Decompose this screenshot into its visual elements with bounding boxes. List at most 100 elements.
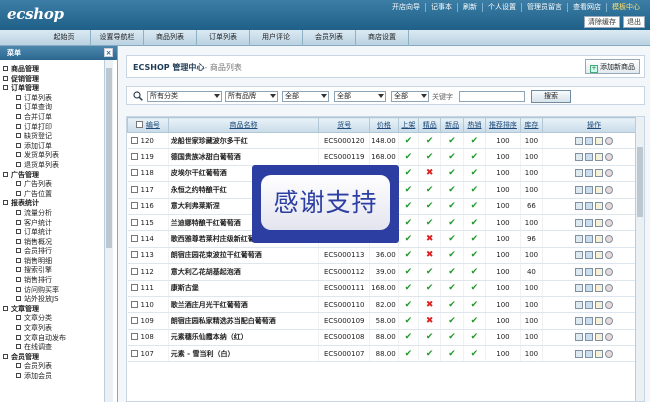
- view-icon[interactable]: [575, 235, 584, 244]
- sidebar-item[interactable]: 销售明细: [3, 257, 103, 267]
- stock[interactable]: 100: [520, 148, 544, 166]
- flag-cell[interactable]: ✔: [418, 345, 442, 363]
- sort-order[interactable]: 100: [485, 312, 521, 330]
- flag-cell[interactable]: ✔: [398, 132, 420, 150]
- top-link[interactable]: 管理员留言: [521, 3, 567, 12]
- view-icon[interactable]: [575, 316, 584, 325]
- flag-cell[interactable]: ✔: [463, 148, 487, 166]
- sort-order[interactable]: 100: [485, 198, 521, 215]
- stock[interactable]: 96: [520, 230, 544, 248]
- stock[interactable]: 100: [520, 247, 544, 265]
- stock[interactable]: 100: [520, 345, 544, 363]
- check-icon[interactable]: ✔: [426, 218, 434, 228]
- top-link[interactable]: 刷新: [457, 3, 482, 12]
- row-checkbox[interactable]: [130, 136, 138, 144]
- flag-cell[interactable]: ✔: [440, 230, 464, 248]
- flag-cell[interactable]: ✔: [398, 230, 420, 248]
- view-icon[interactable]: [575, 251, 584, 260]
- edit-icon[interactable]: [585, 333, 594, 342]
- top-link[interactable]: 记事本: [425, 3, 457, 12]
- flag-cell[interactable]: ✔: [440, 263, 464, 281]
- sidebar-item[interactable]: 订单打印: [3, 123, 103, 133]
- view-icon[interactable]: [575, 284, 584, 293]
- view-icon[interactable]: [575, 202, 584, 211]
- edit-icon[interactable]: [585, 202, 594, 211]
- sidebar-item[interactable]: 订单查询: [3, 103, 103, 113]
- check-icon[interactable]: ✔: [405, 283, 413, 293]
- row-checkbox[interactable]: [130, 153, 138, 161]
- check-icon[interactable]: ✔: [405, 267, 413, 277]
- check-icon[interactable]: ✔: [405, 152, 413, 162]
- sidebar-group[interactable]: 会员管理: [3, 353, 103, 363]
- sidebar-item[interactable]: 文章列表: [3, 324, 103, 334]
- stock[interactable]: 100: [520, 181, 544, 199]
- flag-cell[interactable]: ✔: [463, 263, 487, 281]
- edit-icon[interactable]: [585, 251, 594, 260]
- check-icon[interactable]: ✔: [471, 300, 479, 310]
- flag-cell[interactable]: ✔: [440, 132, 464, 150]
- delete-icon[interactable]: [605, 235, 614, 244]
- column-header[interactable]: 新品: [440, 117, 464, 133]
- category-select[interactable]: 所有分类: [147, 91, 222, 102]
- tab-4[interactable]: 订单列表: [197, 30, 250, 46]
- cross-icon[interactable]: ✖: [426, 234, 434, 244]
- sidebar-item[interactable]: 发货单列表: [3, 151, 103, 161]
- flag-cell[interactable]: ✔: [440, 198, 464, 215]
- check-icon[interactable]: ✔: [426, 332, 434, 342]
- tab-1[interactable]: 起始页: [38, 30, 91, 46]
- delete-icon[interactable]: [605, 333, 614, 342]
- check-icon[interactable]: ✔: [471, 168, 479, 178]
- check-icon[interactable]: ✔: [448, 332, 456, 342]
- copy-icon[interactable]: [595, 218, 604, 227]
- sort-order[interactable]: 100: [485, 280, 521, 297]
- row-checkbox[interactable]: [130, 300, 138, 308]
- check-icon[interactable]: ✔: [426, 283, 434, 293]
- row-checkbox[interactable]: [130, 169, 138, 177]
- flag-cell[interactable]: ✔: [398, 148, 420, 166]
- sidebar-item[interactable]: 访问购买率: [3, 286, 103, 296]
- keyword-input[interactable]: [459, 91, 525, 102]
- flag-cell[interactable]: ✔: [398, 280, 420, 297]
- sidebar-item[interactable]: 广告列表: [3, 180, 103, 190]
- flag-cell[interactable]: ✔: [440, 214, 464, 232]
- goods-name[interactable]: 意大利乙花胡基起泡酒: [168, 263, 320, 281]
- flag-cell[interactable]: ✔: [463, 214, 487, 232]
- edit-icon[interactable]: [585, 300, 594, 309]
- stock[interactable]: 100: [520, 312, 544, 330]
- view-icon[interactable]: [575, 349, 584, 358]
- copy-icon[interactable]: [595, 284, 604, 293]
- edit-icon[interactable]: [585, 153, 594, 162]
- check-icon[interactable]: ✔: [448, 201, 456, 211]
- sidebar-item[interactable]: 缺货登记: [3, 132, 103, 142]
- column-header[interactable]: 推荐排序: [485, 117, 521, 133]
- check-icon[interactable]: ✔: [405, 201, 413, 211]
- brand-select[interactable]: 所有品牌: [225, 91, 278, 102]
- row-checkbox[interactable]: [130, 251, 138, 259]
- flag-cell[interactable]: ✔: [463, 280, 487, 297]
- table-row[interactable]: 109 朗宿庄园私家精选苏当配白葡萄酒 ECS000109 58.00 ✔ ✖ ✔ ✔ 100 1…: [127, 312, 644, 330]
- edit-icon[interactable]: [585, 316, 594, 325]
- edit-icon[interactable]: [585, 349, 594, 358]
- delete-icon[interactable]: [605, 300, 614, 309]
- flag-cell[interactable]: ✔: [398, 247, 420, 265]
- check-icon[interactable]: ✔: [426, 349, 434, 359]
- copy-icon[interactable]: [595, 153, 604, 162]
- view-icon[interactable]: [575, 267, 584, 276]
- table-row[interactable]: 120 龙船世家珍藏波尔多干红 ECS000120 148.00 ✔ ✔ ✔ ✔ 100 100: [127, 132, 644, 150]
- flag-cell[interactable]: ✔: [440, 165, 464, 183]
- view-icon[interactable]: [575, 333, 584, 342]
- view-icon[interactable]: [575, 185, 584, 194]
- sort-order[interactable]: 100: [485, 230, 521, 248]
- flag-cell[interactable]: ✖: [418, 230, 442, 248]
- check-icon[interactable]: ✔: [405, 234, 413, 244]
- flag-cell[interactable]: ✔: [398, 296, 420, 314]
- flag-cell[interactable]: ✔: [463, 132, 487, 150]
- column-header[interactable]: 编号: [127, 117, 169, 133]
- flag-cell[interactable]: ✖: [418, 247, 442, 265]
- top-button[interactable]: 退出: [623, 16, 645, 28]
- sidebar-item[interactable]: 文章自动发布: [3, 334, 103, 344]
- sidebar-item[interactable]: 文章分类: [3, 314, 103, 324]
- stock[interactable]: 100: [520, 296, 544, 314]
- flag-cell[interactable]: ✔: [398, 329, 420, 347]
- table-scrollbar[interactable]: [635, 117, 644, 401]
